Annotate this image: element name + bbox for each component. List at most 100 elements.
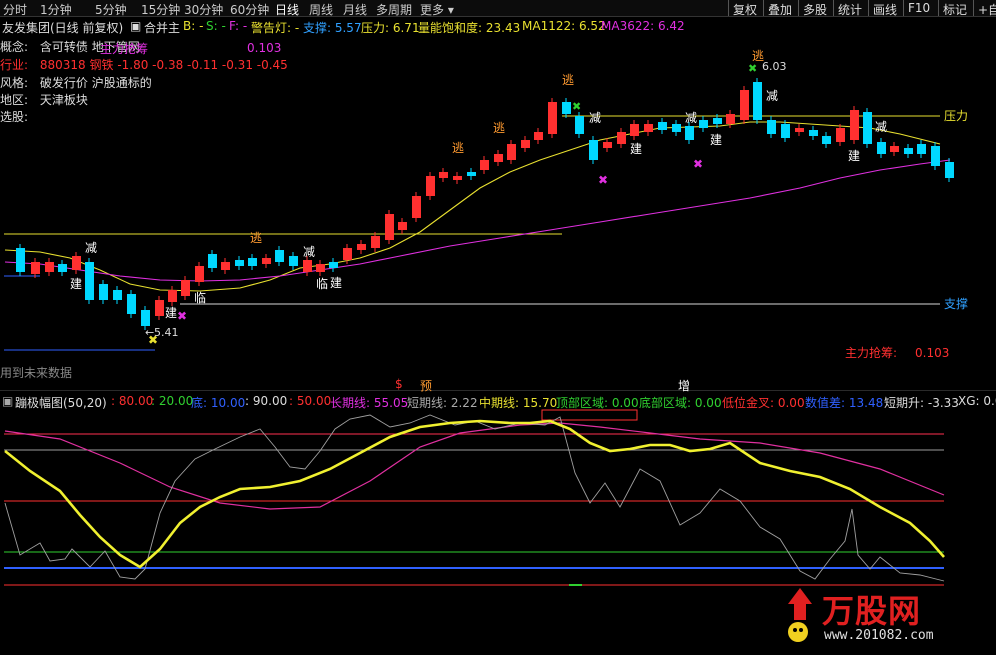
candle-body [45, 262, 54, 272]
candle-body [412, 196, 421, 218]
candle-body [221, 262, 230, 270]
candle-body [521, 140, 530, 148]
candle-body [917, 144, 926, 154]
cross-marker-icon: ✖ [177, 309, 187, 323]
signal-reduce-label: 减 [685, 111, 697, 125]
signal-escape-label: 逃 [493, 121, 505, 135]
panel-separator [0, 390, 996, 391]
candle-body [644, 124, 653, 132]
candle-body [850, 110, 859, 140]
candle-body [945, 162, 954, 178]
signal-build-label: 建 [630, 142, 642, 156]
candle-body [658, 122, 667, 130]
indicator-mark-dollar: $ [395, 377, 403, 391]
short-line-curve [4, 414, 945, 582]
candle-body [781, 124, 790, 138]
brand-logo-icon [788, 588, 812, 642]
candle-body [863, 112, 872, 144]
candle-body [127, 294, 136, 314]
indicator-v80: : 80.00 [111, 394, 154, 408]
candle-body [753, 82, 762, 120]
low-price-arrow-icon: ← [145, 326, 154, 339]
candle-body [99, 284, 108, 300]
long-line-curve [4, 422, 945, 510]
indicator-mark-pre: 预 [420, 379, 433, 393]
candle-body [141, 310, 150, 326]
ma-short-line [4, 121, 941, 292]
indicator-v20: : 20.00 [151, 394, 194, 408]
candle-body [235, 260, 244, 266]
signal-build-label: 建 [330, 276, 342, 290]
cross-marker-icon: ✖ [748, 62, 757, 75]
indicator-v50: : 50.00 [289, 394, 332, 408]
candle-body [575, 116, 584, 134]
candle-body [494, 154, 503, 162]
candle-body [289, 256, 298, 266]
pressure-line-label: 压力 [944, 109, 968, 123]
candle-body [439, 172, 448, 178]
indicator-menu-icon[interactable]: ▣ [2, 394, 13, 408]
candle-body [398, 222, 407, 230]
ma-long-line [4, 159, 951, 282]
candle-body [931, 146, 940, 166]
signal-reduce-label: 减 [875, 120, 887, 134]
signal-near-label: 临 [194, 291, 206, 305]
candle-body [630, 124, 639, 136]
signal-reduce-label: 减 [85, 241, 97, 255]
indicator-xg: XG: 0.0 [958, 394, 996, 408]
candle-body [562, 102, 571, 114]
brand-url: www.201082.com [824, 628, 934, 643]
candle-body [195, 266, 204, 282]
candle-body [589, 140, 598, 160]
candle-body [685, 126, 694, 140]
candle-body [904, 148, 913, 154]
mid-line-curve [4, 419, 945, 569]
candle-body [275, 250, 284, 262]
future-data-note: 用到未来数据 [0, 365, 72, 380]
candle-body [329, 262, 338, 268]
candle-body [672, 124, 681, 132]
candle-body [617, 132, 626, 144]
low-price-label: 5.41 [154, 326, 179, 339]
candle-body [534, 132, 543, 140]
candle-body [467, 172, 476, 176]
indicator-mark-increase: 增 [678, 379, 691, 393]
candle-body [699, 120, 708, 128]
candle-body [72, 256, 81, 270]
high-price-label: 6.03 [762, 60, 787, 73]
candle-body [740, 90, 749, 120]
signal-escape-label: 逃 [452, 141, 464, 155]
candle-body [155, 300, 164, 316]
candlestick-chart[interactable]: 逃 逃 逃 逃 逃 减 减 减 减 减 减 建 建 建 建 建 建 临 临 ✖ … [0, 0, 996, 390]
candle-body [836, 128, 845, 142]
candle-body [58, 264, 67, 272]
candle-body [357, 244, 366, 250]
candle-body [726, 114, 735, 124]
candle-body [795, 128, 804, 132]
candle-body [181, 280, 190, 296]
cross-marker-icon: ✖ [572, 100, 581, 113]
candle-body [890, 146, 899, 152]
signal-escape-label: 逃 [250, 231, 262, 245]
candle-body [767, 120, 776, 134]
candle-body [385, 214, 394, 240]
candle-body [809, 130, 818, 136]
candle-body [507, 144, 516, 160]
indicator-header: ▣ 蹦极幅图(50,20) : 80.00 : 20.00 底: 10.00 :… [0, 393, 996, 410]
candle-body [343, 248, 352, 260]
signal-escape-label: 逃 [562, 73, 574, 87]
candle-body [713, 118, 722, 124]
candle-body [371, 236, 380, 248]
brand-name: 万股网 [822, 592, 922, 630]
candle-body [85, 262, 94, 300]
candle-body [248, 258, 257, 266]
main-fund-bottom-label: 主力抢筹: [845, 345, 897, 360]
candle-body [316, 264, 325, 272]
support-line-label: 支撑 [944, 296, 968, 311]
candle-body [31, 262, 40, 274]
signal-build-label: 建 [70, 277, 82, 291]
candle-body [262, 258, 271, 264]
signal-build-label: 建 [710, 133, 722, 147]
signal-reduce-label: 减 [766, 89, 778, 103]
candle-body [453, 176, 462, 180]
